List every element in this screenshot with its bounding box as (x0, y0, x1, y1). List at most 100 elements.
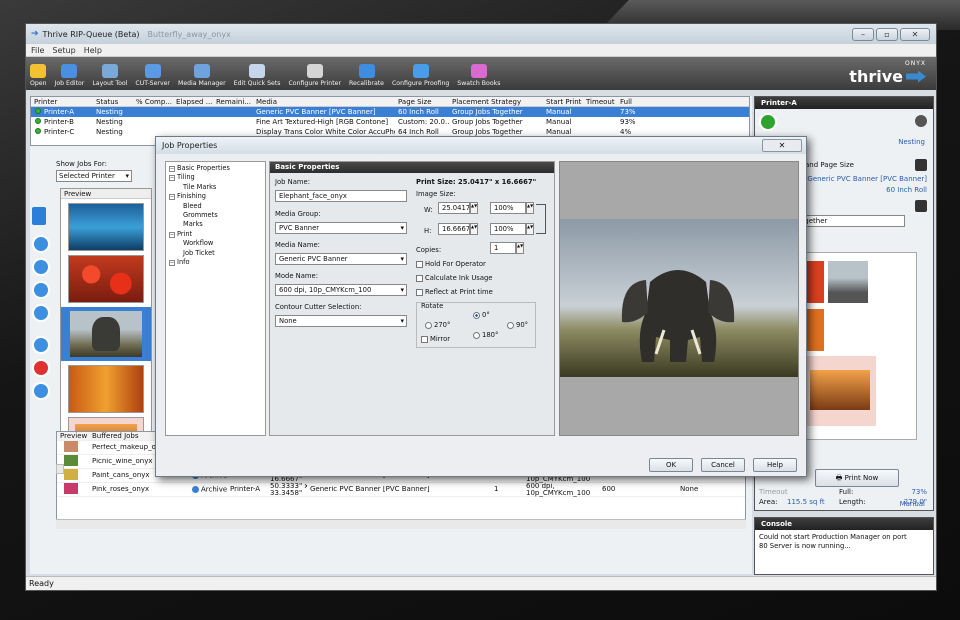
printer-col-header[interactable]: Status (93, 98, 133, 106)
width-percent-input[interactable]: 100% (490, 202, 526, 214)
job-name-input[interactable]: Elephant_face_onyx (275, 190, 407, 202)
buffered-job-row[interactable]: Pink_roses_onyx Archive Printer-A 50.3333" … (57, 483, 745, 497)
thumb-swimmer[interactable] (68, 203, 144, 251)
printer-col-header[interactable]: Remaini... (213, 98, 253, 106)
height-percent-input[interactable]: 100% (490, 223, 526, 235)
close-window-button[interactable]: ✕ (900, 27, 930, 41)
printer-col-header[interactable]: Placement Strategy (449, 98, 543, 106)
hold-checkbox[interactable]: Hold For Operator (416, 260, 486, 268)
toolbar-job-editor-button[interactable]: Job Editor (55, 64, 84, 90)
toolbar-configure-printer-button[interactable]: Configure Printer (288, 64, 341, 90)
media-name-select[interactable]: Generic PVC Banner (275, 253, 407, 265)
edit-pen-icon[interactable] (32, 207, 46, 225)
tree-item-tile-marks[interactable]: Tile Marks (169, 183, 262, 192)
thumb-elephant-selected[interactable] (61, 307, 151, 361)
tree-expand-icon[interactable]: − (169, 194, 175, 201)
tree-expand-icon[interactable]: − (169, 166, 175, 172)
menu-help[interactable]: Help (84, 46, 102, 55)
printer-status-link[interactable]: Nesting (898, 138, 925, 146)
toolbar-open-button[interactable]: Open (30, 64, 47, 90)
link-aspect-icon[interactable] (536, 204, 546, 234)
toolbar-layout-tool-button[interactable]: Layout Tool (92, 64, 127, 90)
tree-item-grommets[interactable]: Grommets (169, 211, 262, 220)
width-percent-spinner[interactable]: ▲▼ (526, 202, 534, 214)
hold-label: Hold For Operator (425, 260, 486, 268)
thumb-flowers[interactable] (68, 255, 144, 303)
pause-icon[interactable] (32, 382, 50, 400)
dialog-close-button[interactable]: ✕ (762, 139, 802, 152)
printer-col-header[interactable]: Timeout (583, 98, 617, 106)
printer-col-header[interactable]: Page Size (395, 98, 449, 106)
delete-icon[interactable] (32, 359, 50, 377)
printer-row[interactable]: Printer-A Nesting Generic PVC Banner [PVC … (31, 107, 749, 117)
width-input[interactable]: 25.0417" (438, 202, 470, 214)
toolbar-configure-proofing-button[interactable]: Configure Proofing (392, 64, 449, 90)
tree-expand-icon[interactable]: − (169, 231, 175, 238)
printer-col-header[interactable]: Printer (31, 98, 93, 106)
tree-item-bleed[interactable]: Bleed (169, 202, 262, 211)
width-spinner[interactable]: ▲▼ (470, 202, 478, 214)
height-input[interactable]: 16.6667" (438, 223, 470, 235)
placement-gear-icon[interactable] (915, 200, 927, 212)
print-now-button[interactable]: 🖶 Print Now (815, 469, 899, 487)
printer-col-header[interactable]: Elapsed ... (173, 98, 213, 106)
copies-input[interactable]: 1 (490, 242, 516, 254)
printer-col-header[interactable]: % Comp... (133, 98, 173, 106)
toolbar-cut-server-button[interactable]: CUT-Server (135, 64, 170, 90)
power-icon[interactable] (759, 113, 777, 131)
printer-col-header[interactable]: Start Print (543, 98, 583, 106)
rotate-180-radio[interactable]: 180° (473, 331, 498, 339)
mode-name-select[interactable]: 600 dpi, 10p_CMYKcm_100 (275, 284, 407, 296)
height-percent-spinner[interactable]: ▲▼ (526, 223, 534, 235)
toolbar-media-manager-button[interactable]: Media Manager (178, 64, 226, 90)
copies-spinner[interactable]: ▲▼ (516, 242, 524, 254)
calc-ink-checkbox[interactable]: Calculate Ink Usage (416, 274, 493, 282)
tree-item-marks[interactable]: Marks (169, 220, 262, 229)
printer-row[interactable]: Printer-B Nesting Fine Art Textured-High [… (31, 117, 749, 127)
thumb-autumn[interactable] (68, 365, 144, 413)
toolbar-swatch-books-button[interactable]: Swatch Books (457, 64, 500, 90)
move-down-icon[interactable] (32, 281, 50, 299)
show-jobs-select[interactable]: Selected Printer (56, 170, 132, 182)
reflect-checkbox[interactable]: Reflect at Print time (416, 288, 493, 296)
rotate-0-radio[interactable]: 0° (473, 311, 490, 319)
contour-select[interactable]: None (275, 315, 407, 327)
hold-icon[interactable] (32, 336, 50, 354)
printer-col-header[interactable]: Media (253, 98, 395, 106)
minimize-button[interactable]: – (852, 27, 874, 41)
edit-printer-icon[interactable] (915, 115, 927, 127)
tree-item-basic-properties[interactable]: − Basic Properties (169, 164, 262, 173)
tree-item-print[interactable]: − Print (169, 230, 262, 239)
tree-item-info[interactable]: − Info (169, 258, 262, 267)
printer-col-header[interactable]: Full (617, 98, 647, 106)
tree-expand-icon[interactable]: − (169, 260, 175, 267)
scroll-left-arrow[interactable] (56, 464, 64, 474)
page-size-gear-icon[interactable] (915, 159, 927, 171)
tree-expand-icon[interactable]: − (169, 175, 175, 182)
placement-select[interactable]: ogether (797, 215, 905, 227)
height-spinner[interactable]: ▲▼ (470, 223, 478, 235)
toolbar-edit-quick-sets-button[interactable]: Edit Quick Sets (234, 64, 280, 90)
panel-roll-link[interactable]: 60 Inch Roll (886, 186, 927, 194)
tree-item-job-ticket[interactable]: Job Ticket (169, 249, 262, 258)
mirror-checkbox[interactable]: Mirror (421, 335, 450, 343)
rotate-90-radio[interactable]: 90° (507, 321, 528, 329)
move-bottom-icon[interactable] (32, 304, 50, 322)
help-button[interactable]: Help (753, 458, 797, 472)
ok-button[interactable]: OK (649, 458, 693, 472)
move-top-icon[interactable] (32, 235, 50, 253)
toolbar-recalibrate-button[interactable]: Recalibrate (349, 64, 384, 90)
buffered-col-header[interactable]: Preview (57, 432, 89, 440)
tree-item-tiling[interactable]: − Tiling (169, 173, 262, 182)
tree-item-finishing[interactable]: − Finishing (169, 192, 262, 201)
tree-item-workflow[interactable]: Workflow (169, 239, 262, 248)
menu-setup[interactable]: Setup (52, 46, 75, 55)
horizontal-scrollbar[interactable] (56, 519, 746, 529)
menu-file[interactable]: File (31, 46, 44, 55)
panel-media-link[interactable]: Generic PVC Banner [PVC Banner] (807, 175, 927, 183)
rotate-270-radio[interactable]: 270° (425, 321, 450, 329)
maximize-button[interactable]: ▫ (876, 27, 898, 41)
move-up-icon[interactable] (32, 258, 50, 276)
media-group-select[interactable]: PVC Banner (275, 222, 407, 234)
cancel-button[interactable]: Cancel (701, 458, 745, 472)
